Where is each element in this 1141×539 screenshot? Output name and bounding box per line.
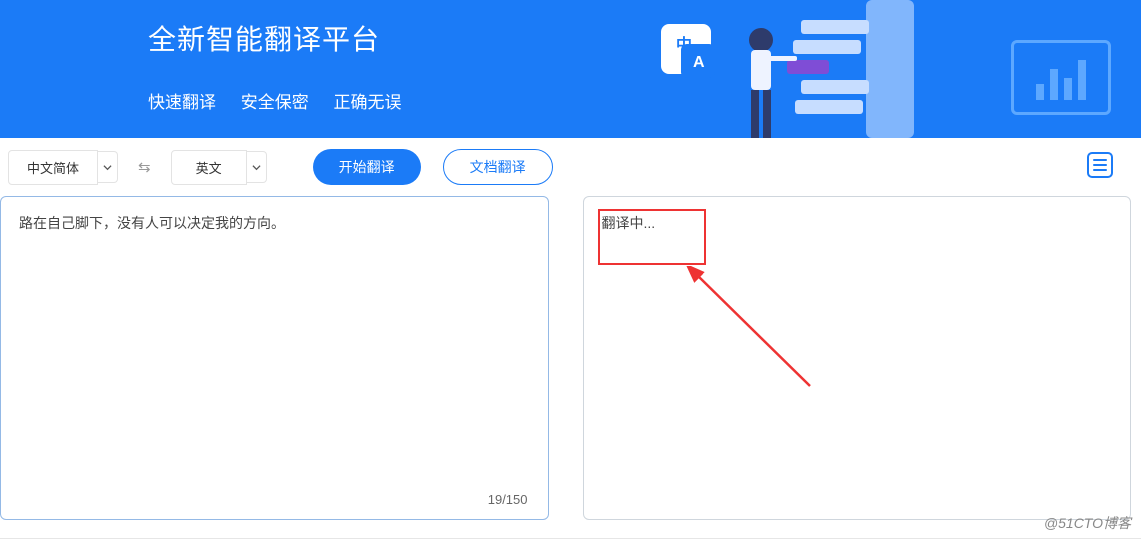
feature-2: 安全保密 xyxy=(241,93,309,112)
watermark: @51CTO博客 xyxy=(1044,513,1131,533)
source-textarea[interactable] xyxy=(19,213,530,503)
hero-subtitle: 快速翻译 安全保密 正确无误 xyxy=(148,88,1141,113)
target-language-dropdown-icon[interactable] xyxy=(247,151,267,183)
history-icon[interactable] xyxy=(1087,152,1113,178)
document-translate-button[interactable]: 文档翻译 xyxy=(443,149,553,185)
translate-button[interactable]: 开始翻译 xyxy=(313,149,421,185)
feature-1: 快速翻译 xyxy=(148,93,216,112)
hero-banner: 全新智能翻译平台 快速翻译 安全保密 正确无误 中 A xyxy=(0,0,1141,138)
source-text-panel[interactable]: 19/150 xyxy=(0,196,549,520)
source-language-select[interactable]: 中文简体 xyxy=(8,150,98,185)
translation-status: 翻译中... xyxy=(602,215,656,231)
hero-title: 全新智能翻译平台 xyxy=(148,18,1141,58)
chart-icon xyxy=(1011,40,1111,115)
source-language-dropdown-icon[interactable] xyxy=(98,151,118,183)
swap-icon[interactable]: ⇆ xyxy=(126,158,163,176)
target-text-panel: 翻译中... xyxy=(583,196,1132,520)
char-counter: 19/150 xyxy=(488,492,528,507)
feature-3: 正确无误 xyxy=(333,93,401,112)
target-language-select[interactable]: 英文 xyxy=(171,150,247,185)
translation-panels: 19/150 翻译中... xyxy=(0,196,1141,520)
toolbar: 中文简体 ⇆ 英文 开始翻译 文档翻译 xyxy=(0,138,1141,196)
